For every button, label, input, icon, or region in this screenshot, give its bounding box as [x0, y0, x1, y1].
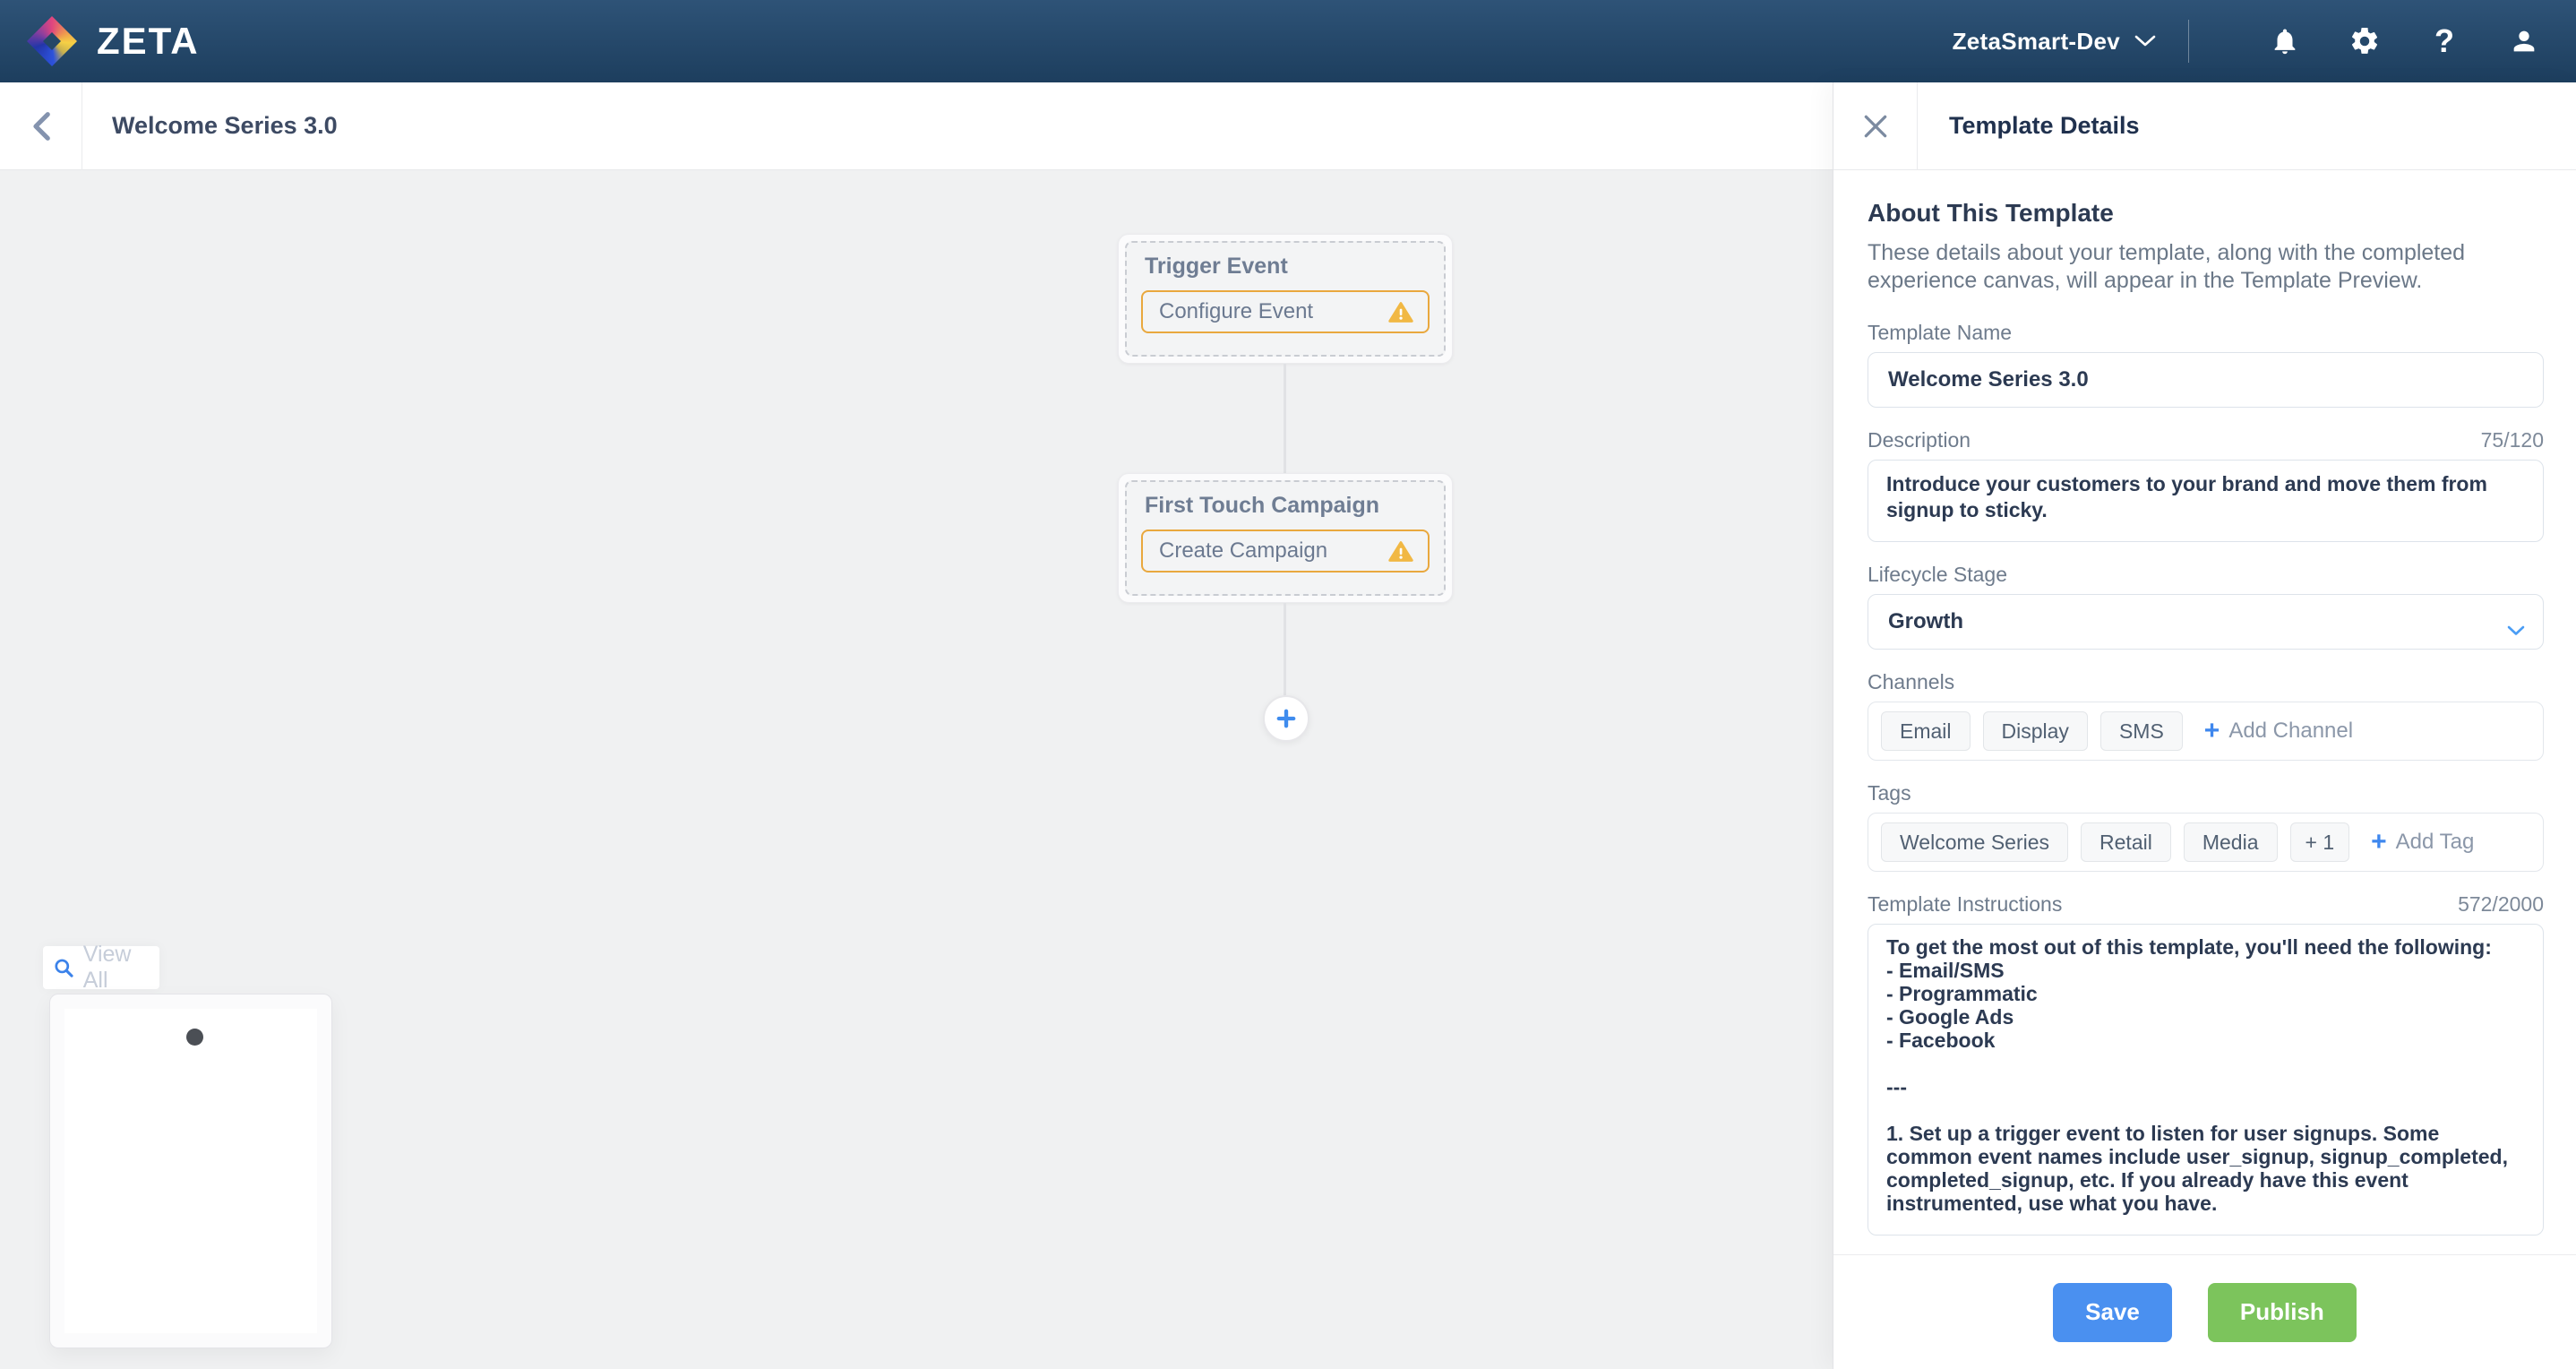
canvas-search-input[interactable]: View All — [43, 946, 159, 989]
flow-node-trigger-event[interactable]: Trigger Event Configure Event — [1118, 234, 1453, 364]
template-name-input[interactable]: Welcome Series 3.0 — [1868, 352, 2544, 408]
close-icon — [1864, 115, 1887, 138]
instructions-group: Template Instructions 572/2000 To get th… — [1868, 891, 2544, 1236]
configure-event-button[interactable]: Configure Event — [1141, 290, 1430, 333]
user-icon[interactable] — [2508, 25, 2540, 57]
channels-group: Channels Email Display SMS + Add Channel — [1868, 669, 2544, 761]
instructions-textarea[interactable]: To get the most out of this template, yo… — [1868, 924, 2544, 1236]
top-navbar: ZETA ZetaSmart-Dev ? — [0, 0, 2576, 82]
plus-icon: + — [2371, 829, 2387, 856]
brand-text: ZETA — [97, 20, 200, 63]
channel-chip[interactable]: Display — [1983, 711, 2088, 751]
panel-title: Template Details — [1949, 112, 2140, 140]
search-placeholder: View All — [83, 942, 149, 994]
channels-container: Email Display SMS + Add Channel — [1868, 702, 2544, 761]
channels-label: Channels — [1868, 670, 1954, 694]
flow-connector — [1284, 364, 1286, 473]
app-root: ZETA ZetaSmart-Dev ? — [0, 0, 2576, 1369]
flow-node-first-touch-campaign[interactable]: First Touch Campaign Create Campaign — [1118, 473, 1453, 603]
instructions-label: Template Instructions — [1868, 892, 2062, 917]
description-group: Description 75/120 Introduce your custom… — [1868, 427, 2544, 542]
add-tag-button[interactable]: + Add Tag — [2371, 829, 2474, 856]
tag-overflow-chip[interactable]: + 1 — [2290, 822, 2350, 862]
lifecycle-stage-value: Growth — [1888, 609, 1963, 634]
node-title: First Touch Campaign — [1145, 493, 1444, 519]
back-button[interactable] — [0, 82, 82, 170]
chevron-down-icon[interactable] — [2134, 35, 2156, 47]
add-step-button[interactable] — [1263, 695, 1309, 742]
node-title: Trigger Event — [1145, 254, 1444, 280]
experience-canvas-pane: Welcome Series 3.0 Trigger Event Configu… — [0, 82, 1833, 1369]
description-counter: 75/120 — [2481, 428, 2544, 452]
description-textarea[interactable]: Introduce your customers to your brand a… — [1868, 460, 2544, 542]
tags-group: Tags Welcome Series Retail Media + 1 + A… — [1868, 780, 2544, 872]
navbar-right: ZetaSmart-Dev ? — [1953, 20, 2540, 63]
template-details-panel: Template Details About This Template The… — [1833, 82, 2576, 1369]
template-name-label: Template Name — [1868, 321, 2012, 345]
channel-chip[interactable]: SMS — [2100, 711, 2183, 751]
gear-icon[interactable] — [2348, 25, 2381, 57]
description-label: Description — [1868, 428, 1971, 452]
back-chevron-icon — [31, 111, 51, 142]
add-channel-button[interactable]: + Add Channel — [2204, 718, 2353, 745]
plus-icon — [1275, 708, 1297, 729]
warning-icon — [1388, 540, 1413, 563]
canvas-header: Welcome Series 3.0 — [0, 82, 1833, 170]
lifecycle-stage-select[interactable]: Growth — [1868, 594, 2544, 650]
panel-body: About This Template These details about … — [1833, 171, 2576, 1254]
environment-selector[interactable]: ZetaSmart-Dev — [1953, 28, 2120, 56]
bell-icon[interactable] — [2269, 25, 2301, 57]
tags-container: Welcome Series Retail Media + 1 + Add Ta… — [1868, 813, 2544, 872]
channel-chip[interactable]: Email — [1881, 711, 1971, 751]
search-icon — [54, 956, 74, 980]
minimap-node-dot — [186, 1029, 203, 1046]
about-heading: About This Template — [1868, 198, 2544, 228]
lifecycle-stage-label: Lifecycle Stage — [1868, 563, 2007, 587]
tag-chip[interactable]: Welcome Series — [1881, 822, 2068, 862]
close-panel-button[interactable] — [1833, 82, 1918, 170]
flow-canvas[interactable]: Trigger Event Configure Event First T — [0, 171, 1833, 1369]
about-description: These details about your template, along… — [1868, 239, 2544, 295]
tag-chip[interactable]: Retail — [2081, 822, 2171, 862]
tag-chip[interactable]: Media — [2184, 822, 2278, 862]
lifecycle-stage-group: Lifecycle Stage Growth — [1868, 562, 2544, 650]
zeta-logo[interactable]: ZETA — [27, 16, 200, 66]
tags-label: Tags — [1868, 781, 1911, 805]
warning-icon — [1388, 301, 1413, 323]
template-name-group: Template Name Welcome Series 3.0 — [1868, 320, 2544, 408]
minimap-viewport — [64, 1009, 317, 1333]
publish-button[interactable]: Publish — [2208, 1283, 2357, 1342]
minimap[interactable] — [49, 994, 332, 1348]
panel-footer: Save Publish — [1833, 1254, 2576, 1369]
plus-icon: + — [2204, 718, 2220, 745]
panel-header: Template Details — [1833, 82, 2576, 170]
zeta-diamond-icon — [27, 16, 77, 66]
help-icon[interactable]: ? — [2428, 25, 2460, 57]
page-title: Welcome Series 3.0 — [112, 112, 338, 140]
save-button[interactable]: Save — [2053, 1283, 2172, 1342]
chevron-down-icon — [2507, 617, 2525, 642]
instructions-counter: 572/2000 — [2458, 892, 2544, 917]
create-campaign-button[interactable]: Create Campaign — [1141, 530, 1430, 573]
navbar-divider — [2188, 20, 2189, 63]
flow-connector — [1284, 603, 1286, 697]
